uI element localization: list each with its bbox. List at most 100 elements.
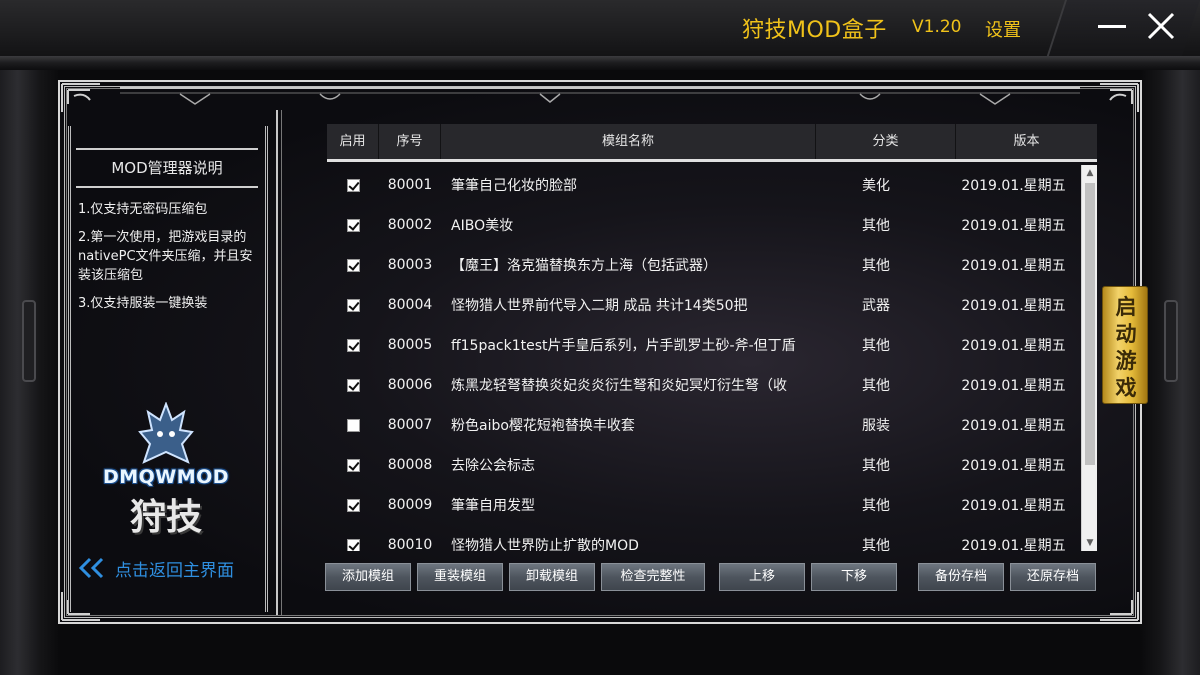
mod-category: 武器	[862, 298, 890, 314]
settings-button[interactable]: 设置	[985, 16, 1021, 42]
mod-version: 2019.01.星期五	[961, 258, 1066, 274]
column-header-name[interactable]: 模组名称	[441, 124, 816, 159]
enable-checkbox[interactable]	[346, 458, 360, 472]
enable-checkbox[interactable]	[346, 498, 360, 512]
mod-id: 80007	[387, 417, 433, 433]
logo-text: DMQWMOD	[102, 466, 230, 488]
enable-checkbox[interactable]	[346, 538, 360, 551]
close-icon	[1147, 12, 1175, 40]
right-frame-clasp	[1164, 300, 1178, 382]
mod-category: 其他	[862, 338, 890, 354]
mod-category: 其他	[862, 378, 890, 394]
mod-category: 服装	[862, 418, 890, 434]
mod-category: 其他	[862, 538, 890, 551]
enable-checkbox[interactable]	[346, 218, 360, 232]
instructions-notes: 1.仅支持无密码压缩包 2.第一次使用，把游戏目录的nativePC文件夹压缩，…	[78, 200, 263, 322]
enable-checkbox[interactable]	[346, 418, 360, 432]
uninstall-mod-button[interactable]: 卸载模组	[509, 563, 595, 591]
mod-category: 美化	[862, 178, 890, 194]
back-to-main-label: 点击返回主界面	[115, 560, 234, 581]
reinstall-mod-button[interactable]: 重装模组	[417, 563, 503, 591]
column-header-version[interactable]: 版本	[956, 124, 1097, 159]
mod-version: 2019.01.星期五	[961, 458, 1066, 474]
mod-name: 怪物猎人世界防止扩散的MOD	[451, 538, 639, 551]
mod-name: 筆筆自用发型	[451, 498, 535, 514]
mod-name: 怪物猎人世界前代导入二期 成品 共计14类50把	[451, 298, 748, 314]
mod-id: 80006	[387, 377, 433, 393]
table-row[interactable]: 80007 粉色aibo樱花短袍替换丰收套 服装 2019.01.星期五	[327, 405, 1081, 445]
ornament-corner-icon	[60, 82, 120, 122]
column-header-category[interactable]: 分类	[816, 124, 956, 159]
mod-id: 80008	[387, 457, 433, 473]
scroll-up-icon[interactable]: ▲	[1082, 165, 1098, 181]
mod-name: AIBO美妆	[451, 218, 514, 234]
move-down-button[interactable]: 下移	[811, 563, 897, 591]
table-row[interactable]: 80004 怪物猎人世界前代导入二期 成品 共计14类50把 武器 2019.0…	[327, 285, 1081, 325]
close-button[interactable]	[1143, 8, 1179, 44]
launch-label-char: 戏	[1115, 376, 1137, 400]
logo-text-cn: 狩技	[129, 496, 202, 538]
move-up-button[interactable]: 上移	[719, 563, 805, 591]
enable-checkbox[interactable]	[346, 298, 360, 312]
restore-save-button[interactable]: 还原存档	[1010, 563, 1096, 591]
table-row[interactable]: 80001 筆筆自己化妆的脸部 美化 2019.01.星期五	[327, 165, 1081, 205]
table-body: 80001 筆筆自己化妆的脸部 美化 2019.01.星期五 80002 AIB…	[327, 165, 1081, 551]
column-header-id[interactable]: 序号	[379, 124, 441, 159]
backup-save-button[interactable]: 备份存档	[918, 563, 1004, 591]
app-version: V1.20	[912, 17, 962, 37]
top-ornament	[120, 87, 1080, 105]
mod-id: 80005	[387, 337, 433, 353]
mod-id: 80004	[387, 297, 433, 313]
enable-checkbox[interactable]	[346, 178, 360, 192]
mod-id: 80001	[387, 177, 433, 193]
scrollbar-thumb[interactable]	[1085, 183, 1095, 465]
mod-id: 80010	[387, 537, 433, 551]
scroll-down-icon[interactable]: ▼	[1082, 535, 1098, 551]
mod-name: 筆筆自己化妆的脸部	[451, 178, 577, 194]
enable-checkbox[interactable]	[346, 378, 360, 392]
table-row[interactable]: 80010 怪物猎人世界防止扩散的MOD 其他 2019.01.星期五	[327, 525, 1081, 551]
launch-game-button[interactable]: 启 动 游 戏	[1102, 286, 1148, 404]
mod-name: ff15pack1test片手皇后系列，片手凯罗土砂-斧-但丁盾	[451, 338, 796, 354]
mod-version: 2019.01.星期五	[961, 218, 1066, 234]
launch-label-char: 启	[1115, 295, 1137, 319]
mod-id: 80009	[387, 497, 433, 513]
check-integrity-button[interactable]: 检查完整性	[601, 563, 705, 591]
panel-divider	[276, 110, 282, 615]
table-row[interactable]: 80002 AIBO美妆 其他 2019.01.星期五	[327, 205, 1081, 245]
mod-version: 2019.01.星期五	[961, 178, 1066, 194]
table-row[interactable]: 80005 ff15pack1test片手皇后系列，片手凯罗土砂-斧-但丁盾 其…	[327, 325, 1081, 365]
double-chevron-left-icon	[78, 557, 104, 579]
mod-name: 粉色aibo樱花短袍替换丰收套	[451, 418, 635, 434]
mod-name: 【魔王】洛克猫替换东方上海（包括武器）	[451, 258, 717, 274]
mod-category: 其他	[862, 498, 890, 514]
instructions-title: MOD管理器说明	[111, 159, 223, 177]
minimize-icon	[1098, 25, 1126, 28]
table-row[interactable]: 80006 炼黑龙轻弩替换炎妃炎炎衍生弩和炎妃冥灯衍生弩（收 其他 2019.0…	[327, 365, 1081, 405]
app-logo: DMQWMOD 狩技	[100, 400, 232, 538]
add-mod-button[interactable]: 添加模组	[325, 563, 411, 591]
mod-table: 启用 序号 模组名称 分类 版本 80001 筆筆自己化妆的脸部 美化 2019…	[327, 124, 1097, 552]
note-item: 1.仅支持无密码压缩包	[78, 202, 208, 217]
launch-label-char: 游	[1115, 349, 1137, 373]
table-row[interactable]: 80009 筆筆自用发型 其他 2019.01.星期五	[327, 485, 1081, 525]
mod-version: 2019.01.星期五	[961, 538, 1066, 551]
instructions-header: MOD管理器说明	[76, 148, 258, 188]
ornament-corner-icon	[1080, 82, 1140, 122]
table-row[interactable]: 80008 去除公会标志 其他 2019.01.星期五	[327, 445, 1081, 485]
mod-category: 其他	[862, 458, 890, 474]
back-to-main-link[interactable]: 点击返回主界面	[78, 556, 234, 581]
column-header-enabled[interactable]: 启用	[327, 124, 379, 159]
mod-version: 2019.01.星期五	[961, 498, 1066, 514]
table-header: 启用 序号 模组名称 分类 版本	[327, 124, 1097, 162]
table-row[interactable]: 80003 【魔王】洛克猫替换东方上海（包括武器） 其他 2019.01.星期五	[327, 245, 1081, 285]
minimize-button[interactable]	[1094, 8, 1130, 44]
enable-checkbox[interactable]	[346, 258, 360, 272]
mod-id: 80002	[387, 217, 433, 233]
mod-version: 2019.01.星期五	[961, 378, 1066, 394]
table-scrollbar[interactable]: ▲ ▼	[1081, 165, 1097, 551]
mod-version: 2019.01.星期五	[961, 338, 1066, 354]
launch-label-char: 动	[1115, 322, 1137, 346]
mod-version: 2019.01.星期五	[961, 298, 1066, 314]
enable-checkbox[interactable]	[346, 338, 360, 352]
